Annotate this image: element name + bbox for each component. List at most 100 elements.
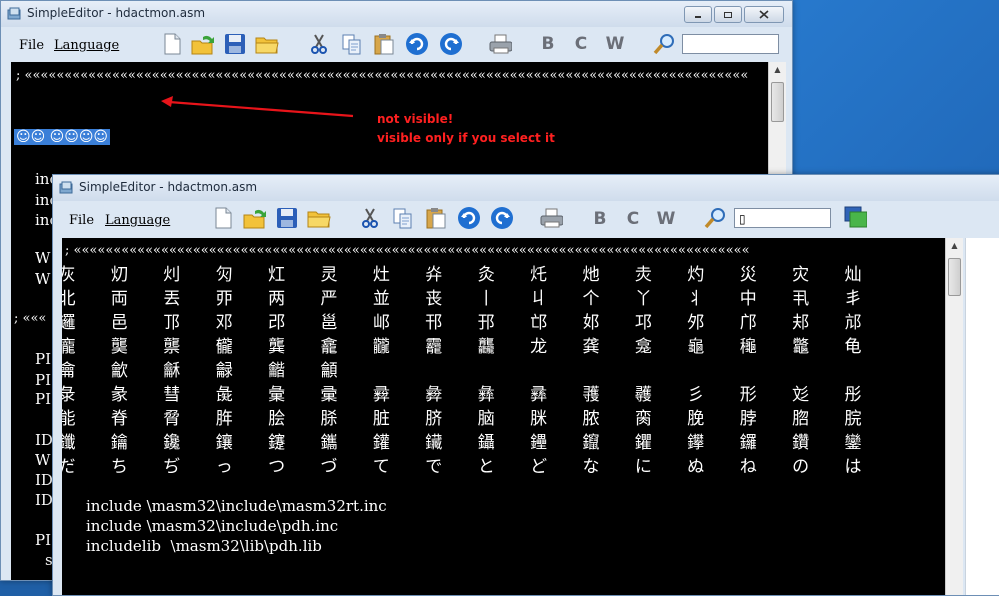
save-button[interactable] <box>223 32 247 56</box>
code-fragment: ID <box>35 471 53 489</box>
cjk-char: 脊 <box>110 409 128 429</box>
cjk-char: 邛 <box>634 313 652 333</box>
cjk-char: 彠 <box>634 385 652 405</box>
cjk-char: 龒 <box>163 337 181 357</box>
cjk-char: ぬ <box>687 457 705 477</box>
new-file-button[interactable] <box>160 32 184 56</box>
back-title-bar[interactable]: SimpleEditor - hdactmon.asm <box>1 1 792 27</box>
search-input[interactable]: ▯ <box>734 208 831 228</box>
cjk-char: 鑻 <box>687 433 705 453</box>
cjk-char: 彝 <box>477 385 495 405</box>
copy-button[interactable] <box>391 206 415 230</box>
cjk-char: 严 <box>320 289 338 309</box>
maximize-button[interactable] <box>714 6 742 23</box>
redo-button[interactable] <box>439 32 463 56</box>
code-line-include-pdh: include \masm32\include\pdh.inc <box>86 517 339 535</box>
window-switch-button[interactable] <box>843 205 867 229</box>
maximize-icon <box>724 11 732 18</box>
cjk-char: 鑷 <box>477 433 495 453</box>
redo-button[interactable] <box>490 206 514 230</box>
menu-language[interactable]: Language <box>54 38 119 53</box>
cjk-char: つ <box>268 457 286 477</box>
cut-button[interactable] <box>358 206 382 230</box>
scroll-up-arrow[interactable]: ▲ <box>769 62 786 78</box>
front-editor-area[interactable]: ; ««««««««««««««««««««««««««««««««««««««… <box>62 238 945 595</box>
code-fragment: ID <box>35 431 53 449</box>
paste-button[interactable] <box>372 32 396 56</box>
find-button[interactable] <box>703 206 727 230</box>
cjk-char: ち <box>110 457 128 477</box>
cjk-char: 邏 <box>62 308 85 333</box>
cjk-char: は <box>844 457 862 477</box>
cjk-char: 丬 <box>687 289 705 309</box>
printer-icon <box>489 34 512 54</box>
cjk-char: 並 <box>372 289 390 309</box>
cjk-char: 邓 <box>215 313 233 333</box>
redo-icon <box>491 207 513 229</box>
undo-icon <box>406 33 428 55</box>
print-button[interactable] <box>539 206 563 230</box>
scroll-thumb[interactable] <box>948 258 961 296</box>
open-folder-button[interactable] <box>307 206 331 230</box>
cjk-char: と <box>477 457 495 477</box>
open-file-button[interactable] <box>191 32 215 56</box>
paste-button[interactable] <box>424 206 448 230</box>
code-fragment: PI <box>35 390 52 408</box>
cjk-char: 彡 <box>687 385 705 405</box>
menu-file[interactable]: File <box>69 213 94 228</box>
cjk-char: 鑱 <box>163 433 181 453</box>
bold-b-button[interactable]: B <box>588 207 612 231</box>
minimize-button[interactable] <box>684 6 712 23</box>
scroll-up-arrow[interactable]: ▲ <box>946 238 963 254</box>
open-folder-button[interactable] <box>255 32 279 56</box>
code-fragment: ; ««« <box>14 311 47 326</box>
c-button[interactable]: C <box>569 32 593 56</box>
cjk-char: 脖 <box>739 409 757 429</box>
undo-button[interactable] <box>457 206 481 230</box>
cjk-char: 鑴 <box>320 433 338 453</box>
front-editor-window[interactable]: SimpleEditor - hdactmon.asm File Languag… <box>52 174 999 596</box>
cjk-char: 龡 <box>110 361 128 381</box>
selected-emoji-text[interactable]: ☺☺ ☺☺☺☺ <box>14 129 111 145</box>
cjk-char: 鑼 <box>739 433 757 453</box>
cjk-char: な <box>582 457 600 477</box>
print-button[interactable] <box>488 32 512 56</box>
w-button[interactable]: W <box>603 32 627 56</box>
cjk-char: 彣 <box>792 385 810 405</box>
save-disk-icon <box>225 34 245 54</box>
cjk-char: の <box>792 457 810 477</box>
scroll-thumb[interactable] <box>771 82 784 122</box>
save-button[interactable] <box>275 206 299 230</box>
menu-file[interactable]: File <box>19 38 44 53</box>
w-button[interactable]: W <box>654 207 678 231</box>
cjk-char: 灷 <box>425 265 443 285</box>
open-file-button[interactable] <box>243 206 267 230</box>
cjk-char: 邔 <box>268 313 286 333</box>
c-button[interactable]: C <box>621 207 645 231</box>
cjk-char: て <box>372 457 390 477</box>
new-file-button[interactable] <box>211 206 235 230</box>
menu-language[interactable]: Language <box>105 213 170 228</box>
bold-b-button[interactable]: B <box>536 32 560 56</box>
cjk-char: 彤 <box>844 385 862 405</box>
cjk-char: 龐 <box>62 332 85 357</box>
cjk-char: 邙 <box>530 313 548 333</box>
undo-button[interactable] <box>405 32 429 56</box>
close-button[interactable] <box>744 6 784 23</box>
cjk-char: 彚 <box>320 385 338 405</box>
front-vertical-scrollbar[interactable]: ▲ <box>945 238 963 595</box>
app-icon <box>7 7 21 20</box>
front-title-bar[interactable]: SimpleEditor - hdactmon.asm <box>53 175 999 201</box>
copy-button[interactable] <box>340 32 364 56</box>
cjk-char: 脑 <box>477 409 495 429</box>
cjk-char: 邕 <box>320 313 338 333</box>
cjk-char: 龜 <box>687 337 705 357</box>
cjk-char: 丫 <box>634 289 652 309</box>
search-input[interactable] <box>682 34 779 54</box>
cjk-char: に <box>634 457 652 477</box>
cjk-char: 龞 <box>792 337 810 357</box>
cut-button[interactable] <box>307 32 331 56</box>
side-panel <box>965 238 999 595</box>
cjk-char: 脋 <box>163 409 181 429</box>
find-button[interactable] <box>652 32 676 56</box>
